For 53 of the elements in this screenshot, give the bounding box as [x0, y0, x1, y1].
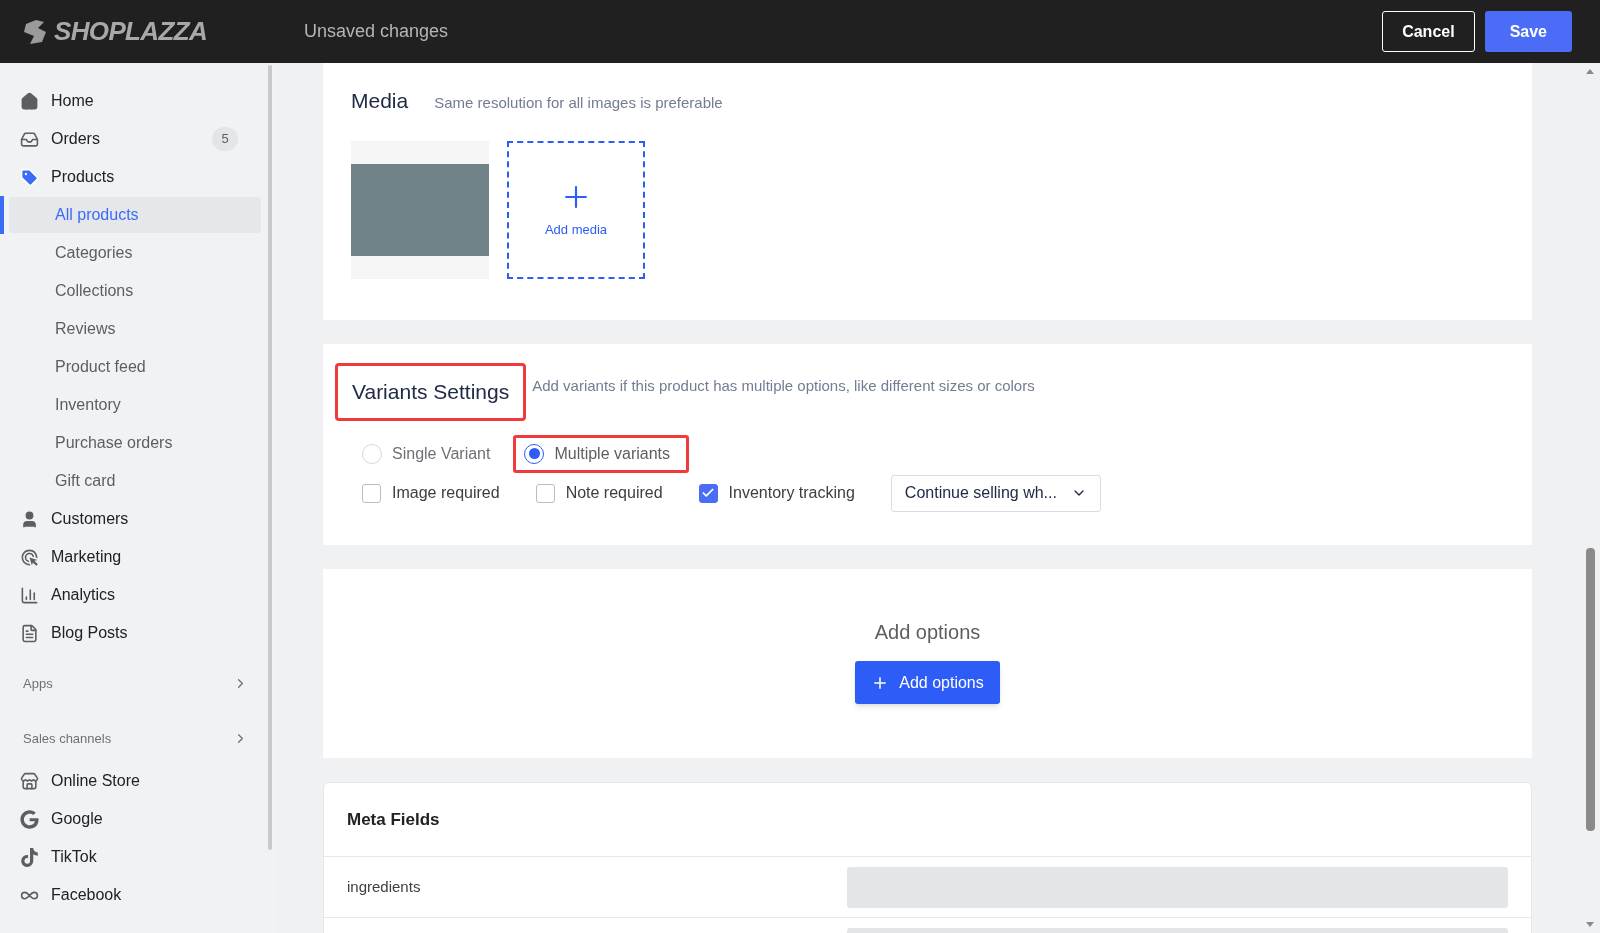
checkbox[interactable]: [698, 483, 718, 503]
nav-subitem[interactable]: Collections: [9, 273, 261, 309]
nav-item[interactable]: Analytics: [0, 576, 268, 614]
image-tile[interactable]: [351, 140, 489, 279]
scroll-up-icon[interactable]: [1586, 69, 1594, 74]
section-title: Media: [351, 88, 409, 114]
active-indicator: [0, 196, 4, 234]
add-media-button[interactable]: Add media: [507, 140, 645, 279]
nav-subitem[interactable]: Categories: [9, 235, 261, 271]
nav-item[interactable]: TikTok: [0, 838, 268, 876]
logo-text: SHOPLAZZA: [54, 15, 209, 48]
nav-item[interactable]: Home: [0, 82, 268, 120]
checkbox-option[interactable]: Image required: [362, 481, 500, 505]
section-header[interactable]: Apps: [0, 660, 268, 707]
nav-subitem[interactable]: Gift card: [9, 463, 261, 499]
nav-item[interactable]: Google: [0, 800, 268, 838]
checkbox[interactable]: [362, 483, 381, 503]
section-title: Add options: [874, 620, 981, 645]
nav-item[interactable]: Blog Posts: [0, 614, 268, 652]
checkbox-option[interactable]: Inventory tracking: [698, 481, 855, 505]
nav-item[interactable]: Customers: [0, 500, 268, 538]
unsaved-status: Unsaved changes: [304, 20, 449, 43]
cancel-button[interactable]: Cancel: [1382, 11, 1475, 52]
nav-subitem[interactable]: Inventory: [9, 387, 261, 423]
nav-subitem[interactable]: Product feed: [9, 349, 261, 385]
field-label: ingredients: [347, 876, 422, 897]
checkbox[interactable]: [535, 483, 555, 503]
nav-subitem[interactable]: Purchase orders: [9, 425, 261, 461]
radio-option[interactable]: Multiple variants: [513, 434, 690, 473]
nav-item[interactable]: Marketing: [0, 538, 268, 576]
nav-item[interactable]: Orders 5: [0, 120, 268, 158]
nav-subitem[interactable]: All products: [9, 197, 261, 233]
input-field[interactable]: [847, 866, 1508, 908]
nav-item[interactable]: Facebook: [0, 876, 268, 914]
nav-subitem[interactable]: Reviews: [9, 311, 261, 347]
card-title: Meta Fields: [324, 783, 1531, 857]
nav-item[interactable]: Online Store: [0, 762, 268, 800]
add-options-button[interactable]: Add options: [855, 661, 1000, 704]
count-badge: 5: [212, 127, 238, 151]
radio-option[interactable]: Single Variant: [351, 434, 510, 473]
logo-icon: [22, 17, 48, 46]
check-icon: [701, 486, 716, 500]
checkbox-option[interactable]: Note required: [535, 481, 663, 505]
section-hint: Add variants if this product has multiple options, like different sizes or colors: [532, 376, 1035, 396]
section-hint: Same resolution for all images is preferable: [434, 93, 723, 113]
dropdown-select[interactable]: Continue selling wh...: [890, 474, 1101, 512]
save-button[interactable]: Save: [1484, 11, 1572, 52]
nav-item[interactable]: Products: [0, 158, 268, 196]
sidebar-scrollbar[interactable]: [268, 65, 272, 850]
scroll-down-icon[interactable]: [1586, 922, 1594, 927]
section-header[interactable]: Sales channels: [0, 715, 268, 762]
scrollbar-thumb[interactable]: [1585, 548, 1595, 831]
section-title: Variants Settings: [335, 363, 527, 421]
